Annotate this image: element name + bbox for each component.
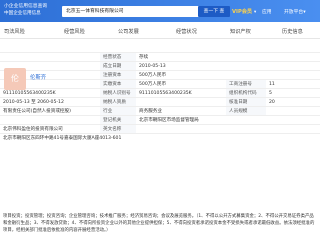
value-company-type: 有限责任公司(自然人投资或控股) xyxy=(3,109,71,114)
tab-intellectual-property[interactable]: 知识产权 xyxy=(230,28,251,35)
label-status: 经营状态 xyxy=(100,53,136,61)
value-status: 存续 xyxy=(139,55,149,60)
value-reg-number: 11 xyxy=(269,82,275,87)
vip-label: VIP会员 xyxy=(232,9,253,15)
chevron-down-icon: ▾ xyxy=(253,10,257,15)
table-row: 北京市朝阳区东四环中路41号嘉泰国际大厦A座4013-601 xyxy=(0,133,320,142)
label-industry: 行业 xyxy=(100,107,136,115)
tab-judicial-risk[interactable]: 司法风险 xyxy=(4,28,25,35)
label-english-name: 英文名称 xyxy=(100,125,136,133)
open-platform-link[interactable]: 开放平台▾ xyxy=(284,8,306,15)
label-taxpayer-qualification: 纳税人资质 xyxy=(100,98,136,106)
value-approval-date: 20 xyxy=(269,100,275,105)
value-registered-capital: 500万人民币 xyxy=(139,73,167,78)
tab-history[interactable]: 历史信息 xyxy=(282,28,303,35)
value-english-name xyxy=(136,125,226,133)
table-row: 实缴资本 500万人民币 工商注册号 11 xyxy=(0,79,320,88)
tab-label: 公司发展 xyxy=(118,29,139,35)
vip-link[interactable]: VIP会员 ▾ xyxy=(232,8,256,15)
logo-line2: 中国企业信用信息 xyxy=(4,11,41,16)
label-founded: 成立日期 xyxy=(100,62,136,70)
business-scope-text: 项目投资；投资管理；投资咨询；企业管理咨询；技术推广服务；经济贸易咨询；会议及展… xyxy=(3,214,315,233)
tab-label: 历史信息 xyxy=(282,29,303,35)
table-row: 2010-05-13 至 2060-05-12 纳税人资质 核准日期 20 xyxy=(0,97,320,106)
logo-line1: 小企业信用信息查询 xyxy=(4,4,48,9)
top-header: 小企业信用信息查询 中国企业信用信息 北京五一体育科技有限公司 查一下 查 VI… xyxy=(0,0,320,22)
value-credit-code: 91110105563400235K xyxy=(3,91,56,96)
tab-operating-risk[interactable]: 经营风险 xyxy=(64,28,85,35)
section-tabs: 司法风险 经营风险 公司发展 经营状况 知识产权 历史信息 xyxy=(0,27,320,39)
label-reg-number: 工商注册号 xyxy=(226,80,266,88)
app-link[interactable]: 应用 xyxy=(262,8,272,15)
search-input[interactable]: 北京五一体育科技有限公司 xyxy=(62,6,200,17)
label-registered-capital: 注册资本 xyxy=(100,71,136,79)
label-org-code: 组织机构代码 xyxy=(226,89,266,97)
tab-company-development[interactable]: 公司发展 xyxy=(118,28,139,35)
table-row: 注册资本 500万人民币 xyxy=(0,70,320,79)
tab-label: 经营状况 xyxy=(176,29,197,35)
value-org-code: 5 xyxy=(269,91,272,96)
table-row: 成立日期 2010-05-13 xyxy=(0,61,320,70)
company-logo: 伦 xyxy=(4,68,26,90)
value-taxpayer-id: 91110105563400235K xyxy=(139,91,192,96)
tab-label: 知识产权 xyxy=(230,29,251,35)
value-business-term: 2010-05-13 至 2060-05-12 xyxy=(3,100,64,105)
site-logo[interactable]: 小企业信用信息查询 中国企业信用信息 xyxy=(4,3,58,19)
label-taxpayer-id: 纳税人识别号 xyxy=(100,89,136,97)
label-registration-authority: 登记机关 xyxy=(100,116,136,124)
label-paid-capital: 实缴资本 xyxy=(100,80,136,88)
value-industry: 商务服务业 xyxy=(139,109,162,114)
label-approval-date: 核准日期 xyxy=(226,98,266,106)
search-button[interactable]: 查一下 查 xyxy=(198,6,230,17)
value-taxpayer-qualification xyxy=(136,98,226,106)
tab-label: 司法风险 xyxy=(4,29,25,35)
value-former-name: 北京伟科盈住的投资有限公司 xyxy=(3,127,63,132)
value-founded: 2010-05-13 xyxy=(139,64,166,69)
table-row: 有限责任公司(自然人投资或控股) 行业 商务服务业 人员规模 xyxy=(0,106,320,115)
label-staff-size: 人员规模 xyxy=(226,107,266,115)
tab-label: 经营风险 xyxy=(64,29,85,35)
tab-operating-status[interactable]: 经营状况 xyxy=(176,28,197,35)
table-row: 经营状态 存续 xyxy=(0,52,320,61)
table-row: 91110105563400235K 纳税人识别号 91110105563400… xyxy=(0,88,320,97)
value-registration-authority: 北京市朝阳区市场监督管理局 xyxy=(139,118,199,123)
value-staff-size xyxy=(266,107,320,115)
value-address[interactable]: 北京市朝阳区东四环中路41号嘉泰国际大厦A座4013-601 xyxy=(0,134,200,142)
value-paid-capital: 500万人民币 xyxy=(139,82,167,87)
table-row: 北京伟科盈住的投资有限公司 英文名称 xyxy=(0,124,320,133)
table-row: 登记机关 北京市朝阳区市场监督管理局 xyxy=(0,115,320,124)
company-name[interactable]: 伦斯齐 xyxy=(30,73,46,81)
